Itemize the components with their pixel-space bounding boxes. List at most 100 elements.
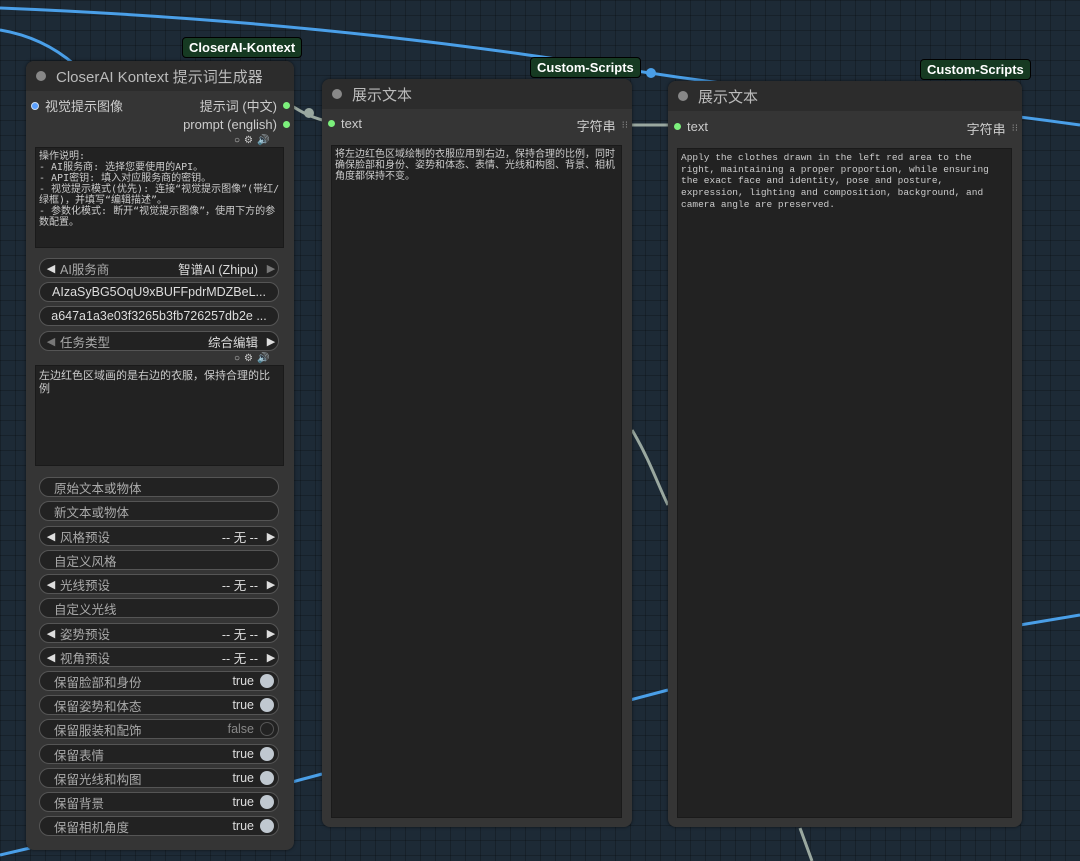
arrow-left-icon[interactable]: ◀ [44,335,58,348]
toggle-keep-background[interactable]: 保留背景 true [39,792,279,812]
collapse-dot-icon[interactable] [678,91,688,101]
arrow-right-icon[interactable]: ▶ [264,335,278,348]
gear-icon[interactable]: ⚙ [244,353,253,364]
blue-link-bottom-left [291,772,323,784]
show-text-content[interactable]: 将左边红色区域绘制的衣服应用到右边，保持合理的比例，同时确保脸部和身份、姿势和体… [331,145,622,818]
grid-handle-icon[interactable]: ⁝⁝ [1012,123,1018,134]
combo-value: 智谱AI (Zhipu) [178,262,258,277]
toggle-label: 保留相机角度 [54,820,130,835]
toggle-value: true [232,771,254,785]
api-key-field-2[interactable]: a647a1a3e03f3265b3fb726257db2e ... [39,306,279,326]
toggle-value: true [232,747,254,761]
group-badge-custom-scripts-2: Custom-Scripts [920,59,1031,80]
toggle-knob-icon[interactable] [260,722,274,736]
combo-value: -- 无 -- [221,651,258,666]
output-slot-dot-icon[interactable] [283,102,290,109]
toggle-knob-icon[interactable] [260,795,274,809]
arrow-right-icon[interactable]: ▶ [264,530,278,543]
arrow-left-icon[interactable]: ◀ [44,651,58,664]
collapse-dot-icon[interactable] [36,71,46,81]
toggle-keep-camera-angle[interactable]: 保留相机角度 true [39,816,279,836]
node-header[interactable]: CloserAI Kontext 提示词生成器 [26,61,294,91]
arrow-right-icon[interactable]: ▶ [264,627,278,640]
collapse-dot-icon[interactable] [332,89,342,99]
toggle-knob-icon[interactable] [260,674,274,688]
gear-icon[interactable]: ⚙ [244,135,253,146]
custom-style-field[interactable]: 自定义风格 [39,550,279,570]
input-slot-dot-icon[interactable] [31,101,39,110]
pose-preset-combo[interactable]: ◀ 姿势预设 -- 无 -- ▶ [39,623,279,643]
node-title: CloserAI Kontext 提示词生成器 [56,68,263,86]
input-slot-label: text [341,116,362,131]
view-preset-combo[interactable]: ◀ 视角预设 -- 无 -- ▶ [39,647,279,667]
input-slot-dot-icon[interactable] [674,123,681,130]
arrow-left-icon[interactable]: ◀ [44,578,58,591]
output-slot-string[interactable]: 字符串 ⁝⁝ [520,116,628,135]
toggle-value: false [227,722,254,736]
toggle-keep-face-identity[interactable]: 保留脸部和身份 true [39,671,279,691]
blue-link-mid-right [1019,613,1080,627]
blue-link-bottom [0,846,31,857]
combo-label: 任务类型 [60,335,111,350]
toggle-label: 保留脸部和身份 [54,675,142,690]
input-slot-text[interactable]: text [674,119,708,134]
toggle-keep-expression[interactable]: 保留表情 true [39,744,279,764]
link-reroute-dot [646,68,656,78]
link-midpoint-dot [304,108,314,118]
circle-icon[interactable]: ○ [234,135,240,146]
combo-label: AI服务商 [60,262,110,277]
circle-icon[interactable]: ○ [234,353,240,364]
input-slot-visual-image[interactable]: 视觉提示图像 [31,96,123,115]
grey-link-3 [630,429,670,506]
ai-provider-combo[interactable]: ◀ AI服务商 智谱AI (Zhipu) ▶ [39,258,279,278]
toggle-keep-lighting[interactable]: 保留光线和构图 true [39,768,279,788]
grey-link-4 [798,827,814,861]
toggle-knob-icon[interactable] [260,698,274,712]
output-slot-prompt-en[interactable]: prompt (english) [150,117,290,132]
output-slot-prompt-cn[interactable]: 提示词 (中文) [150,96,290,115]
arrow-left-icon[interactable]: ◀ [44,530,58,543]
toggle-label: 保留表情 [54,748,105,763]
node-title: 展示文本 [698,88,759,106]
output-slot-label: 字符串 [576,119,616,134]
light-preset-combo[interactable]: ◀ 光线预设 -- 无 -- ▶ [39,574,279,594]
edit-description-textarea[interactable]: 左边红色区域画的是右边的衣服，保持合理的比例 [35,365,284,466]
node-header[interactable]: 展示文本 [668,81,1022,111]
combo-value: -- 无 -- [221,530,258,545]
original-text-field[interactable]: 原始文本或物体 [39,477,279,497]
toggle-label: 保留姿势和体态 [54,699,142,714]
field-placeholder: 原始文本或物体 [54,481,142,496]
node-header[interactable]: 展示文本 [322,79,632,109]
toggle-knob-icon[interactable] [260,819,274,833]
combo-value: 综合编辑 [207,335,258,350]
toggle-knob-icon[interactable] [260,771,274,785]
instructions-textarea[interactable]: 操作说明: - AI服务商: 选择您要使用的API。 - API密钥: 填入对应… [35,147,284,248]
input-slot-text[interactable]: text [328,116,362,131]
style-preset-combo[interactable]: ◀ 风格预设 -- 无 -- ▶ [39,526,279,546]
toggle-keep-clothing[interactable]: 保留服装和配饰 false [39,719,279,739]
new-text-field[interactable]: 新文本或物体 [39,501,279,521]
task-type-combo[interactable]: ◀ 任务类型 综合编辑 ▶ [39,331,279,351]
output-slot-dot-icon[interactable] [283,121,290,128]
input-slot-dot-icon[interactable] [328,120,335,127]
node-title: 展示文本 [352,86,413,104]
arrow-right-icon[interactable]: ▶ [264,262,278,275]
toggle-keep-pose[interactable]: 保留姿势和体态 true [39,695,279,715]
show-text-content[interactable]: Apply the clothes drawn in the left red … [677,148,1012,818]
speaker-icon[interactable]: 🔊 [257,353,269,364]
custom-light-field[interactable]: 自定义光线 [39,598,279,618]
speaker-icon[interactable]: 🔊 [257,135,269,146]
combo-value: -- 无 -- [221,578,258,593]
api-key-value: a647a1a3e03f3265b3fb726257db2e ... [51,309,267,323]
toggle-knob-icon[interactable] [260,747,274,761]
arrow-right-icon[interactable]: ▶ [264,578,278,591]
api-key-field-1[interactable]: AIzaSyBG5OqU9xBUFFpdrMDZBeL... [39,282,279,302]
combo-value: -- 无 -- [221,627,258,642]
toggle-value: true [232,819,254,833]
output-slot-string[interactable]: 字符串 ⁝⁝ [910,119,1018,138]
arrow-right-icon[interactable]: ▶ [264,651,278,664]
arrow-left-icon[interactable]: ◀ [44,262,58,275]
output-slot-label: 字符串 [966,122,1006,137]
arrow-left-icon[interactable]: ◀ [44,627,58,640]
grid-handle-icon[interactable]: ⁝⁝ [622,120,628,131]
